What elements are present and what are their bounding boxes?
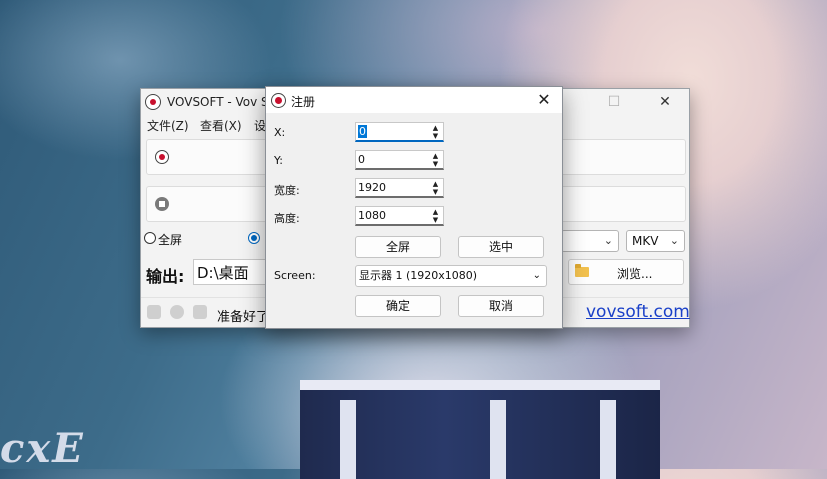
dress-stripe xyxy=(340,400,356,479)
x-value: 0 xyxy=(358,125,367,138)
dress-stripe xyxy=(490,400,506,479)
ok-button[interactable]: 确定 xyxy=(355,295,441,317)
browse-button[interactable]: 浏览... xyxy=(568,259,684,285)
close-icon[interactable]: ✕ xyxy=(532,89,556,111)
maximize-icon[interactable]: ☐ xyxy=(591,89,637,115)
screen-select[interactable]: 显示器 1 (1920x1080) ⌄ xyxy=(355,265,547,287)
stop-icon xyxy=(155,197,169,211)
width-value: 1920 xyxy=(358,181,386,194)
radio-region[interactable] xyxy=(248,232,260,244)
spin-arrows-icon[interactable]: ▲ ▼ xyxy=(431,180,440,196)
height-label: 高度: xyxy=(274,212,300,225)
height-value: 1080 xyxy=(358,209,386,222)
radio-fullscreen[interactable] xyxy=(144,232,156,244)
dialog-titlebar[interactable]: 注册 ✕ xyxy=(266,87,562,113)
dress-stripe xyxy=(600,400,616,479)
x-input[interactable]: 0 ▲ ▼ xyxy=(355,122,444,142)
folder-icon xyxy=(575,264,589,277)
radio-fullscreen-label: 全屏 xyxy=(158,233,183,247)
record-icon xyxy=(155,150,169,164)
height-input[interactable]: 1080 ▲ ▼ xyxy=(355,206,444,226)
speaker-icon[interactable] xyxy=(193,305,207,319)
y-value: 0 xyxy=(358,153,365,166)
format-select-value: MKV xyxy=(632,234,659,248)
cancel-button[interactable]: 取消 xyxy=(458,295,544,317)
dialog-title: 注册 xyxy=(291,95,316,109)
chevron-down-icon: ⌄ xyxy=(669,234,679,247)
spin-arrows-icon[interactable]: ▲ ▼ xyxy=(431,124,440,140)
webcam-icon[interactable] xyxy=(147,305,161,319)
width-label: 宽度: xyxy=(274,184,300,197)
y-input[interactable]: 0 ▲ ▼ xyxy=(355,150,444,170)
fullscreen-button[interactable]: 全屏 xyxy=(355,236,441,258)
menu-view[interactable]: 查看(X) xyxy=(200,117,242,134)
y-label: Y: xyxy=(274,154,283,167)
wallpaper-dress xyxy=(300,380,660,479)
chevron-down-icon: ⌄ xyxy=(532,270,541,281)
output-label: 输出: xyxy=(146,267,185,286)
close-icon[interactable]: ✕ xyxy=(642,89,688,115)
microphone-icon[interactable] xyxy=(170,305,184,319)
width-input[interactable]: 1920 ▲ ▼ xyxy=(355,178,444,198)
vovsoft-link[interactable]: vovsoft.com xyxy=(586,302,690,322)
select-button[interactable]: 选中 xyxy=(458,236,544,258)
app-record-icon xyxy=(271,93,286,108)
spin-arrows-icon[interactable]: ▲ ▼ xyxy=(431,208,440,224)
spin-arrows-icon[interactable]: ▲ ▼ xyxy=(431,152,440,168)
screen-select-value: 显示器 1 (1920x1080) xyxy=(359,269,478,282)
format-select[interactable]: MKV ⌄ xyxy=(626,230,685,252)
main-window-title: VOVSOFT - Vov Scr xyxy=(167,95,281,109)
menu-file[interactable]: 文件(Z) xyxy=(147,117,189,134)
status-text: 准备好了 xyxy=(217,310,270,325)
region-dialog: 注册 ✕ X: 0 ▲ ▼ Y: 0 ▲ ▼ 宽度: 1920 ▲ ▼ 高度: 108… xyxy=(265,86,563,329)
x-label: X: xyxy=(274,126,286,139)
wallpaper-watermark: cxE xyxy=(0,425,85,472)
app-record-icon xyxy=(145,94,161,110)
screen-label: Screen: xyxy=(274,269,316,282)
browse-button-label: 浏览... xyxy=(617,267,653,281)
codec-select[interactable]: ⌄ xyxy=(561,230,619,252)
chevron-down-icon: ⌄ xyxy=(603,234,613,247)
